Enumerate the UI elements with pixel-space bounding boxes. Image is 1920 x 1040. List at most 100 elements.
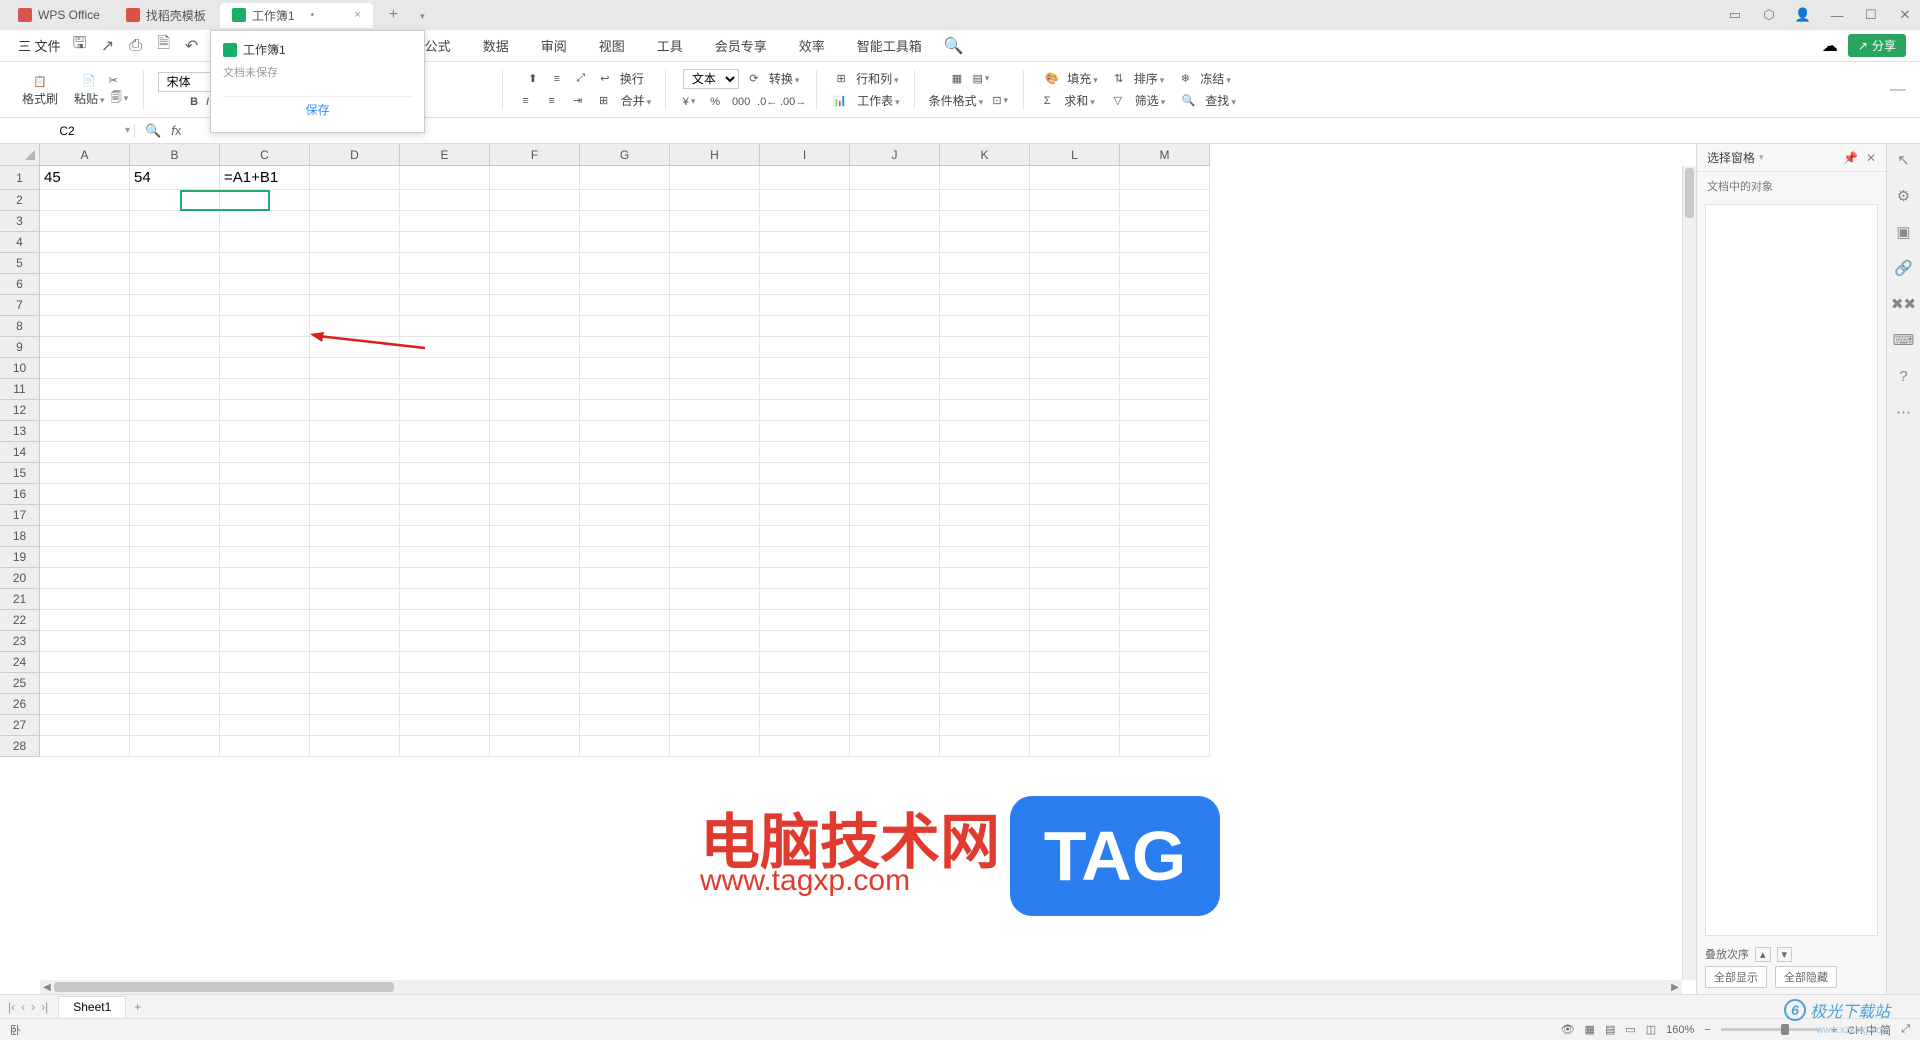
cell-L10[interactable] xyxy=(1030,358,1120,379)
row-header-21[interactable]: 21 xyxy=(0,589,40,610)
cell-A18[interactable] xyxy=(40,526,130,547)
column-header-K[interactable]: K xyxy=(940,144,1030,166)
decrease-decimal-icon[interactable]: .0← xyxy=(758,93,776,111)
row-header-19[interactable]: 19 xyxy=(0,547,40,568)
column-header-B[interactable]: B xyxy=(130,144,220,166)
cell-E5[interactable] xyxy=(400,253,490,274)
cell-H15[interactable] xyxy=(670,463,760,484)
cell-J2[interactable] xyxy=(850,190,940,211)
cell-K18[interactable] xyxy=(940,526,1030,547)
cell-G8[interactable] xyxy=(580,316,670,337)
cell-H10[interactable] xyxy=(670,358,760,379)
cell-M21[interactable] xyxy=(1120,589,1210,610)
align-center-icon[interactable]: ≡ xyxy=(543,92,561,110)
cell-C10[interactable] xyxy=(220,358,310,379)
menu-tab-8[interactable]: 会员专享 xyxy=(713,32,769,59)
format-painter-icon[interactable]: 📋 xyxy=(31,72,49,90)
cell-F18[interactable] xyxy=(490,526,580,547)
cell-J10[interactable] xyxy=(850,358,940,379)
cell-M28[interactable] xyxy=(1120,736,1210,757)
clipboard-dropdown-icon[interactable]: 🗐 xyxy=(111,90,129,108)
file-menu[interactable]: 三 文件 xyxy=(18,36,61,55)
share-button[interactable]: ↗ 分享 xyxy=(1848,34,1906,57)
cell-E28[interactable] xyxy=(400,736,490,757)
minimize-button[interactable]: — xyxy=(1828,6,1846,24)
cell-L23[interactable] xyxy=(1030,631,1120,652)
row-header-23[interactable]: 23 xyxy=(0,631,40,652)
cell-D23[interactable] xyxy=(310,631,400,652)
cell-I1[interactable] xyxy=(760,166,850,190)
paste-label[interactable]: 粘贴 xyxy=(74,90,105,107)
cell-I3[interactable] xyxy=(760,211,850,232)
cell-A1[interactable]: 45 xyxy=(40,166,130,190)
cell-K25[interactable] xyxy=(940,673,1030,694)
cell-D7[interactable] xyxy=(310,295,400,316)
find-label[interactable]: 查找 xyxy=(1205,92,1236,109)
cell-J21[interactable] xyxy=(850,589,940,610)
cell-I13[interactable] xyxy=(760,421,850,442)
cell-M20[interactable] xyxy=(1120,568,1210,589)
cell-B3[interactable] xyxy=(130,211,220,232)
cell-D20[interactable] xyxy=(310,568,400,589)
cell-M4[interactable] xyxy=(1120,232,1210,253)
cell-H8[interactable] xyxy=(670,316,760,337)
cell-L11[interactable] xyxy=(1030,379,1120,400)
cell-A17[interactable] xyxy=(40,505,130,526)
cell-C9[interactable] xyxy=(220,337,310,358)
cell-L15[interactable] xyxy=(1030,463,1120,484)
menu-tab-10[interactable]: 智能工具箱 xyxy=(855,32,924,59)
cell-A20[interactable] xyxy=(40,568,130,589)
cell-K13[interactable] xyxy=(940,421,1030,442)
cell-I17[interactable] xyxy=(760,505,850,526)
cube-icon[interactable]: ⬡ xyxy=(1760,6,1778,24)
cell-G5[interactable] xyxy=(580,253,670,274)
pin-icon[interactable]: 📌 xyxy=(1843,151,1858,165)
cell-I24[interactable] xyxy=(760,652,850,673)
link-strip-icon[interactable]: 🔗 xyxy=(1894,258,1914,278)
help-strip-icon[interactable]: ? xyxy=(1894,366,1914,386)
cell-J19[interactable] xyxy=(850,547,940,568)
cell-D16[interactable] xyxy=(310,484,400,505)
cell-J6[interactable] xyxy=(850,274,940,295)
page-view-icon[interactable]: ▤ xyxy=(1605,1023,1615,1036)
cell-L2[interactable] xyxy=(1030,190,1120,211)
cell-K28[interactable] xyxy=(940,736,1030,757)
cell-C20[interactable] xyxy=(220,568,310,589)
cell-K12[interactable] xyxy=(940,400,1030,421)
select-all-corner[interactable] xyxy=(0,144,40,166)
cell-D13[interactable] xyxy=(310,421,400,442)
cell-E21[interactable] xyxy=(400,589,490,610)
cell-C6[interactable] xyxy=(220,274,310,295)
cell-J25[interactable] xyxy=(850,673,940,694)
cell-C3[interactable] xyxy=(220,211,310,232)
cell-L25[interactable] xyxy=(1030,673,1120,694)
cell-A5[interactable] xyxy=(40,253,130,274)
cell-L22[interactable] xyxy=(1030,610,1120,631)
cell-G3[interactable] xyxy=(580,211,670,232)
cell-A13[interactable] xyxy=(40,421,130,442)
cell-I10[interactable] xyxy=(760,358,850,379)
search-icon[interactable]: 🔍 xyxy=(944,36,964,56)
cell-G27[interactable] xyxy=(580,715,670,736)
row-col-icon[interactable]: ⊞ xyxy=(832,70,850,88)
cell-G12[interactable] xyxy=(580,400,670,421)
cell-C12[interactable] xyxy=(220,400,310,421)
convert-icon[interactable]: ⟳ xyxy=(745,70,763,88)
cell-M13[interactable] xyxy=(1120,421,1210,442)
cell-M17[interactable] xyxy=(1120,505,1210,526)
cell-E26[interactable] xyxy=(400,694,490,715)
cell-F22[interactable] xyxy=(490,610,580,631)
cell-I23[interactable] xyxy=(760,631,850,652)
cell-I15[interactable] xyxy=(760,463,850,484)
cell-I16[interactable] xyxy=(760,484,850,505)
cell-M7[interactable] xyxy=(1120,295,1210,316)
row-header-28[interactable]: 28 xyxy=(0,736,40,757)
column-header-E[interactable]: E xyxy=(400,144,490,166)
merge-label[interactable]: 合并 xyxy=(621,92,652,109)
select-tool-icon[interactable]: ↖ xyxy=(1894,150,1914,170)
cell-M19[interactable] xyxy=(1120,547,1210,568)
layout-icon[interactable]: ▭ xyxy=(1726,6,1744,24)
row-header-7[interactable]: 7 xyxy=(0,295,40,316)
cell-C15[interactable] xyxy=(220,463,310,484)
cell-A21[interactable] xyxy=(40,589,130,610)
